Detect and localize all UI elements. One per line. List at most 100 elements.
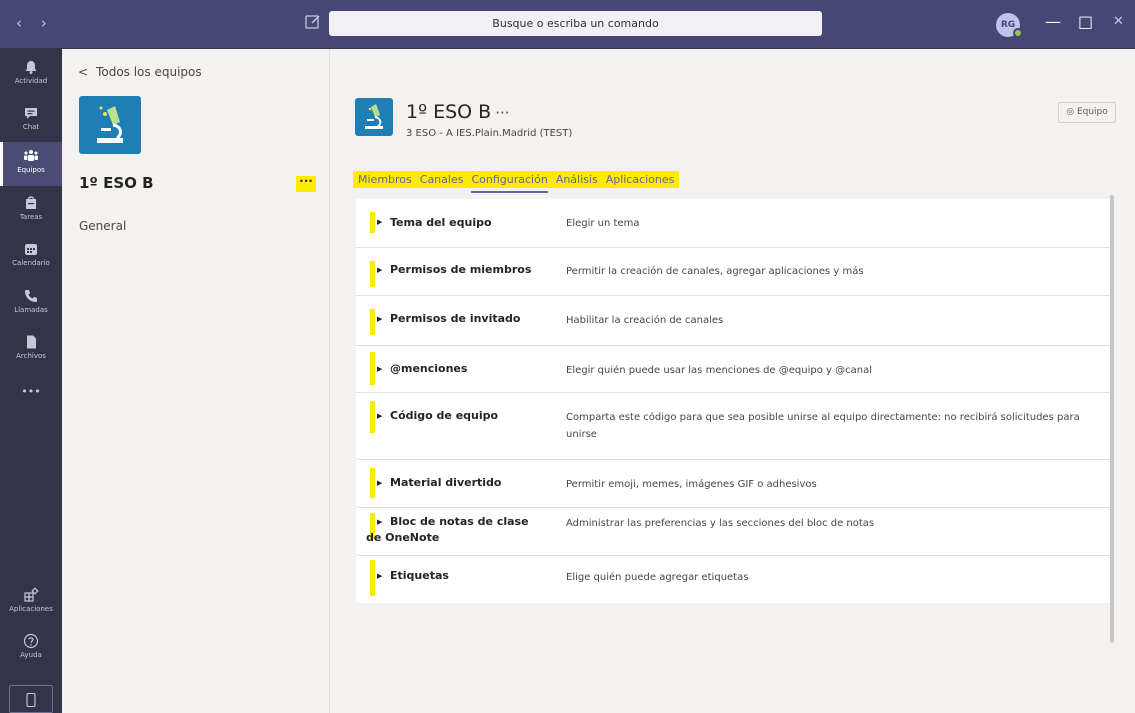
search-input[interactable]: Busque o escriba un comando [329, 11, 822, 36]
history-nav: ‹ › [16, 14, 61, 32]
rail-item-archivos[interactable]: Archivos [0, 328, 62, 372]
rail-item-equipos[interactable]: Equipos [0, 142, 62, 186]
rail-item-calendario[interactable]: Calendario [0, 235, 62, 279]
title-bar: ‹ › Busque o escriba un comando RG — □ ✕ [0, 0, 1135, 49]
rail-item-llamadas[interactable]: Llamadas [0, 282, 62, 326]
settings-row-material-divertido[interactable]: ▶ Material divertido Permitir emoji, mem… [356, 460, 1110, 508]
tab-canales[interactable]: Canales [420, 171, 464, 188]
more-options-icon[interactable]: ··· [296, 175, 316, 192]
setting-description: Permitir la creación de canales, agregar… [566, 266, 864, 277]
setting-title: @menciones [390, 362, 468, 375]
scrollbar[interactable] [1110, 195, 1114, 643]
highlight-marker [370, 560, 375, 596]
rail-item-chat[interactable]: Chat [0, 99, 62, 143]
close-button[interactable]: ✕ [1113, 14, 1124, 29]
rail-label: Actividad [14, 77, 48, 85]
rail-label: Archivos [16, 352, 46, 360]
expand-arrow-icon[interactable]: ▶ [377, 315, 382, 323]
rail-label: Ayuda [20, 651, 42, 659]
setting-description: Elegir quién puede usar las menciones de… [566, 365, 872, 376]
setting-description: Elegir un tema [566, 218, 640, 229]
rail-label: Aplicaciones [9, 605, 53, 613]
maximize-button[interactable]: □ [1078, 12, 1093, 31]
settings-list: ▶ Tema del equipo Elegir un tema ▶ Permi… [356, 199, 1110, 603]
back-arrow-icon[interactable]: ‹ [16, 14, 22, 32]
assignments-icon [26, 196, 36, 209]
setting-description: Habilitar la creación de canales [566, 315, 724, 326]
setting-title: Bloc de notas de clase de OneNote [366, 515, 529, 544]
more-apps-icon[interactable]: ••• [0, 385, 62, 398]
mobile-app-button[interactable] [9, 685, 53, 713]
team-button-label: Equipo [1076, 107, 1108, 117]
expand-arrow-icon[interactable]: ▶ [377, 479, 382, 487]
rail-label: Calendario [12, 259, 50, 267]
team-list-pane: < Todos los equipos 1º ESO B ··· General [62, 49, 330, 713]
channel-item-general[interactable]: General [79, 219, 126, 233]
settings-row-permisos-miembros[interactable]: ▶ Permisos de miembros Permitir la creac… [356, 248, 1110, 296]
eye-icon: ◎ [1066, 107, 1075, 117]
microscope-icon [365, 104, 383, 129]
chat-icon [25, 108, 37, 119]
setting-description: Elige quién puede agregar etiquetas [566, 572, 749, 583]
settings-row-codigo-equipo[interactable]: ▶ Código de equipo Comparta este código … [356, 393, 1110, 460]
rail-label: Equipos [17, 166, 45, 174]
setting-description: Administrar las preferencias y las secci… [566, 518, 875, 529]
expand-arrow-icon[interactable]: ▶ [377, 412, 382, 420]
highlight-marker [370, 352, 375, 385]
rail-label: Chat [22, 123, 40, 131]
settings-row-etiquetas[interactable]: ▶ Etiquetas Elige quién puede agregar et… [356, 556, 1110, 603]
tab-bar: Miembros Canales Configuración Análisis … [353, 171, 680, 193]
forward-arrow-icon[interactable]: › [41, 14, 47, 32]
team-logo [355, 98, 393, 136]
calendar-icon [25, 244, 37, 255]
setting-description: Permitir emoji, memes, imágenes GIF o ad… [566, 479, 817, 490]
team-more-options-icon[interactable]: ··· [495, 104, 509, 122]
new-chat-icon[interactable] [304, 13, 322, 31]
team-logo[interactable] [79, 96, 141, 154]
rail-item-actividad[interactable]: Actividad [0, 53, 62, 97]
rail-item-tareas[interactable]: Tareas [0, 189, 62, 233]
setting-title: Permisos de miembros [390, 263, 532, 276]
setting-title: Etiquetas [390, 569, 449, 582]
setting-title: Código de equipo [390, 409, 499, 422]
microscope-icon [97, 106, 123, 143]
bell-icon [25, 61, 37, 74]
phone-icon [25, 290, 37, 302]
tab-configuracion[interactable]: Configuración [471, 171, 549, 193]
tab-analisis[interactable]: Análisis [556, 171, 598, 188]
settings-row-permisos-invitado[interactable]: ▶ Permisos de invitado Habilitar la crea… [356, 296, 1110, 346]
apps-icon [24, 587, 39, 602]
setting-title: Tema del equipo [390, 216, 492, 229]
highlight-marker [370, 309, 375, 335]
rail-item-aplicaciones[interactable]: Aplicaciones [0, 581, 62, 625]
tab-aplicaciones[interactable]: Aplicaciones [606, 171, 675, 188]
rail-item-ayuda[interactable]: Ayuda [0, 627, 62, 671]
rail-label: Llamadas [14, 306, 48, 314]
settings-row-menciones[interactable]: ▶ @menciones Elegir quién puede usar las… [356, 346, 1110, 393]
highlight-marker [370, 261, 375, 287]
file-icon [27, 335, 36, 349]
team-subtitle: 3 ESO - A IES.Plain.Madrid (TEST) [406, 128, 573, 139]
page-title: 1º ESO B ··· [406, 101, 510, 123]
app-rail: Actividad Chat Equipos Tareas Calendario… [0, 49, 62, 713]
expand-arrow-icon[interactable]: ▶ [377, 365, 382, 373]
setting-title: Permisos de invitado [390, 312, 521, 325]
team-title-text: 1º ESO B [406, 101, 492, 123]
minimize-button[interactable]: — [1045, 12, 1061, 31]
setting-description: Comparta este código para que sea posibl… [566, 412, 1080, 440]
expand-arrow-icon[interactable]: ▶ [377, 572, 382, 580]
expand-arrow-icon[interactable]: ▶ [377, 218, 382, 226]
expand-arrow-icon[interactable]: ▶ [377, 266, 382, 274]
team-visibility-button[interactable]: ◎ Equipo [1058, 102, 1116, 123]
tab-miembros[interactable]: Miembros [358, 171, 412, 188]
settings-row-tema[interactable]: ▶ Tema del equipo Elegir un tema [356, 199, 1110, 248]
help-icon [23, 633, 39, 649]
mobile-icon [26, 693, 36, 707]
highlight-marker [370, 401, 375, 433]
team-settings-view: 1º ESO B ··· 3 ESO - A IES.Plain.Madrid (… [330, 49, 1135, 713]
highlight-marker [370, 468, 375, 498]
teams-icon [24, 150, 38, 161]
settings-row-onenote[interactable]: ▶ Bloc de notas de clase de OneNote Admi… [356, 508, 1110, 556]
team-name: 1º ESO B [79, 174, 154, 192]
all-teams-link[interactable]: < Todos los equipos [78, 65, 202, 79]
